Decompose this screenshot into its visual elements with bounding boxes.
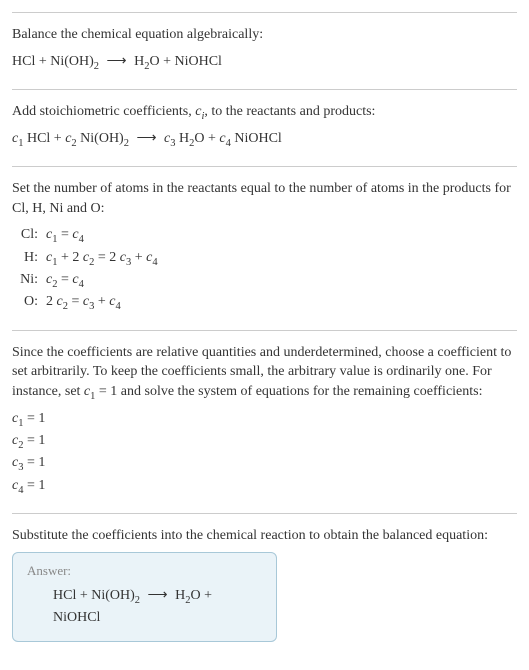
unbalanced-equation: HCl + Ni(OH)2 ⟶ H2O + NiOHCl (12, 51, 517, 73)
coef-line: c2 = 1 (12, 430, 517, 452)
coef-line: c3 = 1 (12, 452, 517, 474)
eq-rhs-a: H (134, 54, 144, 69)
eq-row-o: O: 2 c2 = c3 + c4 (12, 291, 517, 313)
text-b: , to the reactants and products: (204, 104, 375, 119)
arrow-icon: ⟶ (144, 588, 172, 603)
substitute-text: Substitute the coefficients into the che… (12, 526, 517, 546)
eq-row-cl: Cl: c1 = c4 (12, 224, 517, 246)
rhs1: H (175, 588, 185, 603)
text-a: Add stoichiometric coefficients, (12, 104, 195, 119)
val: = 1 (23, 433, 45, 448)
eq: = (57, 227, 72, 242)
plus: + 2 (57, 250, 82, 265)
eq-lhs: HCl + Ni(OH) (12, 54, 94, 69)
eq-formula: c1 = c4 (46, 224, 84, 246)
coefficient-solutions: c1 = 1 c2 = 1 c3 = 1 c4 = 1 (12, 408, 517, 498)
eq-row-h: H: c1 + 2 c2 = 2 c3 + c4 (12, 247, 517, 269)
arrow-icon: ⟶ (103, 54, 131, 69)
sp2: Ni(OH) (77, 131, 124, 146)
val: = 1 (23, 411, 45, 426)
val: = 1 (23, 478, 45, 493)
section-solve: Since the coefficients are relative quan… (12, 330, 517, 513)
mult: 2 (46, 294, 57, 309)
eq: = (68, 294, 83, 309)
sub: 4 (152, 256, 157, 267)
eq: = 2 (94, 250, 119, 265)
eq-label: H: (12, 247, 46, 269)
sp3: H (176, 131, 190, 146)
sub: 4 (115, 301, 120, 312)
sp1: HCl + (23, 131, 65, 146)
stoich-text: Add stoichiometric coefficients, ci, to … (12, 102, 517, 122)
eq-label: O: (12, 291, 46, 313)
sp3b: O + (194, 131, 219, 146)
solve-text: Since the coefficients are relative quan… (12, 343, 517, 402)
section-balance-prompt: Balance the chemical equation algebraica… (12, 12, 517, 89)
section-atom-equations: Set the number of atoms in the reactants… (12, 166, 517, 330)
answer-box: Answer: HCl + Ni(OH)2 ⟶ H2O + NiOHCl (12, 552, 277, 643)
section-stoichiometric: Add stoichiometric coefficients, ci, to … (12, 89, 517, 166)
val: = 1 (23, 455, 45, 470)
coef-line: c4 = 1 (12, 475, 517, 497)
equations-table: Cl: c1 = c4 H: c1 + 2 c2 = 2 c3 + c4 Ni:… (12, 224, 517, 314)
coef-line: c1 = 1 (12, 408, 517, 430)
eq-formula: c2 = c4 (46, 269, 84, 291)
section-substitute: Substitute the coefficients into the che… (12, 513, 517, 658)
sp4: NiOHCl (231, 131, 282, 146)
arrow-icon: ⟶ (132, 131, 160, 146)
eq-row-ni: Ni: c2 = c4 (12, 269, 517, 291)
eq-label: Cl: (12, 224, 46, 246)
eq-formula: c1 + 2 c2 = 2 c3 + c4 (46, 247, 158, 269)
prompt-text: Balance the chemical equation algebraica… (12, 25, 517, 45)
sub: 2 (94, 60, 99, 71)
atom-eq-text: Set the number of atoms in the reactants… (12, 179, 517, 218)
sp2-sub: 2 (124, 137, 129, 148)
eq: = (57, 272, 72, 287)
sub: 4 (79, 234, 84, 245)
sub: 4 (79, 279, 84, 290)
eq-rhs-b: O + NiOHCl (149, 54, 221, 69)
lhs: HCl + Ni(OH) (53, 588, 135, 603)
answer-label: Answer: (27, 563, 262, 579)
plus: + (131, 250, 146, 265)
text-b: = 1 and solve the system of equations fo… (95, 384, 482, 399)
plus: + (94, 294, 109, 309)
sub: 2 (135, 594, 140, 605)
eq-formula: 2 c2 = c3 + c4 (46, 291, 121, 313)
eq-label: Ni: (12, 269, 46, 291)
coef-equation: c1 HCl + c2 Ni(OH)2 ⟶ c3 H2O + c4 NiOHCl (12, 128, 517, 150)
balanced-equation: HCl + Ni(OH)2 ⟶ H2O + NiOHCl (27, 585, 262, 630)
